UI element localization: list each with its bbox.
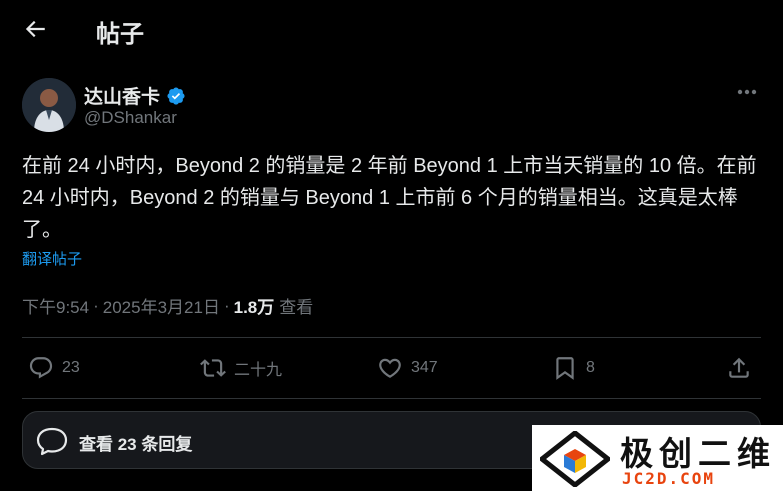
watermark-domain: JC2D.COM [622, 469, 716, 488]
bookmark-icon [556, 357, 574, 380]
post-date[interactable]: 2025年3月21日 [103, 293, 220, 318]
meta-separator-2: · [223, 295, 230, 315]
name-row: 达山香卡 [84, 82, 186, 109]
reply-button[interactable]: 23 [28, 355, 80, 381]
view-replies-label: 查看 23 条回复 [79, 435, 193, 454]
repost-icon [200, 359, 226, 377]
more-horizontal-icon [737, 89, 757, 95]
like-button[interactable]: 347 [377, 355, 438, 381]
views-label: 查看 [279, 298, 314, 317]
bookmark-count: 8 [586, 359, 595, 376]
repost-button[interactable]: 二十九 [200, 355, 282, 381]
back-button[interactable] [18, 14, 54, 44]
reply-icon [29, 357, 53, 379]
watermark-title: 极创二维 [620, 434, 776, 473]
page-title: 帖子 [96, 21, 144, 48]
action-bar: 23 二十九 347 8 [22, 355, 762, 387]
verified-badge-icon [167, 86, 185, 105]
divider [22, 337, 761, 338]
avatar-image [22, 78, 76, 132]
post-time[interactable]: 下午9:54 [22, 293, 89, 318]
like-count: 347 [411, 359, 438, 376]
share-icon [729, 357, 749, 378]
more-options-button[interactable] [732, 80, 762, 104]
speech-bubble-icon [36, 427, 68, 456]
author-handle[interactable]: @DShankar [84, 108, 177, 128]
post-meta: 下午9:54 · 2025年3月21日 · 1.8万 查看 [22, 293, 313, 318]
post-author: 达山香卡 @DShankar [22, 78, 762, 134]
meta-separator: · [93, 295, 99, 315]
reply-count: 23 [62, 359, 80, 376]
page-header: 帖子 [0, 0, 783, 58]
repost-count: 二十九 [234, 362, 283, 379]
translate-post-link[interactable]: 翻译帖子 [22, 248, 82, 269]
views-count: 1.8万 [233, 298, 275, 317]
arrow-left-icon [25, 20, 45, 38]
watermark-logo [540, 431, 610, 487]
watermark: 极创二维 JC2D.COM [532, 425, 783, 491]
bookmark-button[interactable]: 8 [552, 355, 595, 381]
heart-icon [379, 358, 401, 378]
author-name[interactable]: 达山香卡 [84, 82, 160, 109]
divider [22, 398, 761, 399]
share-button[interactable] [726, 355, 752, 381]
post-text: 在前 24 小时内，Beyond 2 的销量是 2 年前 Beyond 1 上市… [22, 155, 757, 241]
avatar[interactable] [22, 78, 76, 132]
